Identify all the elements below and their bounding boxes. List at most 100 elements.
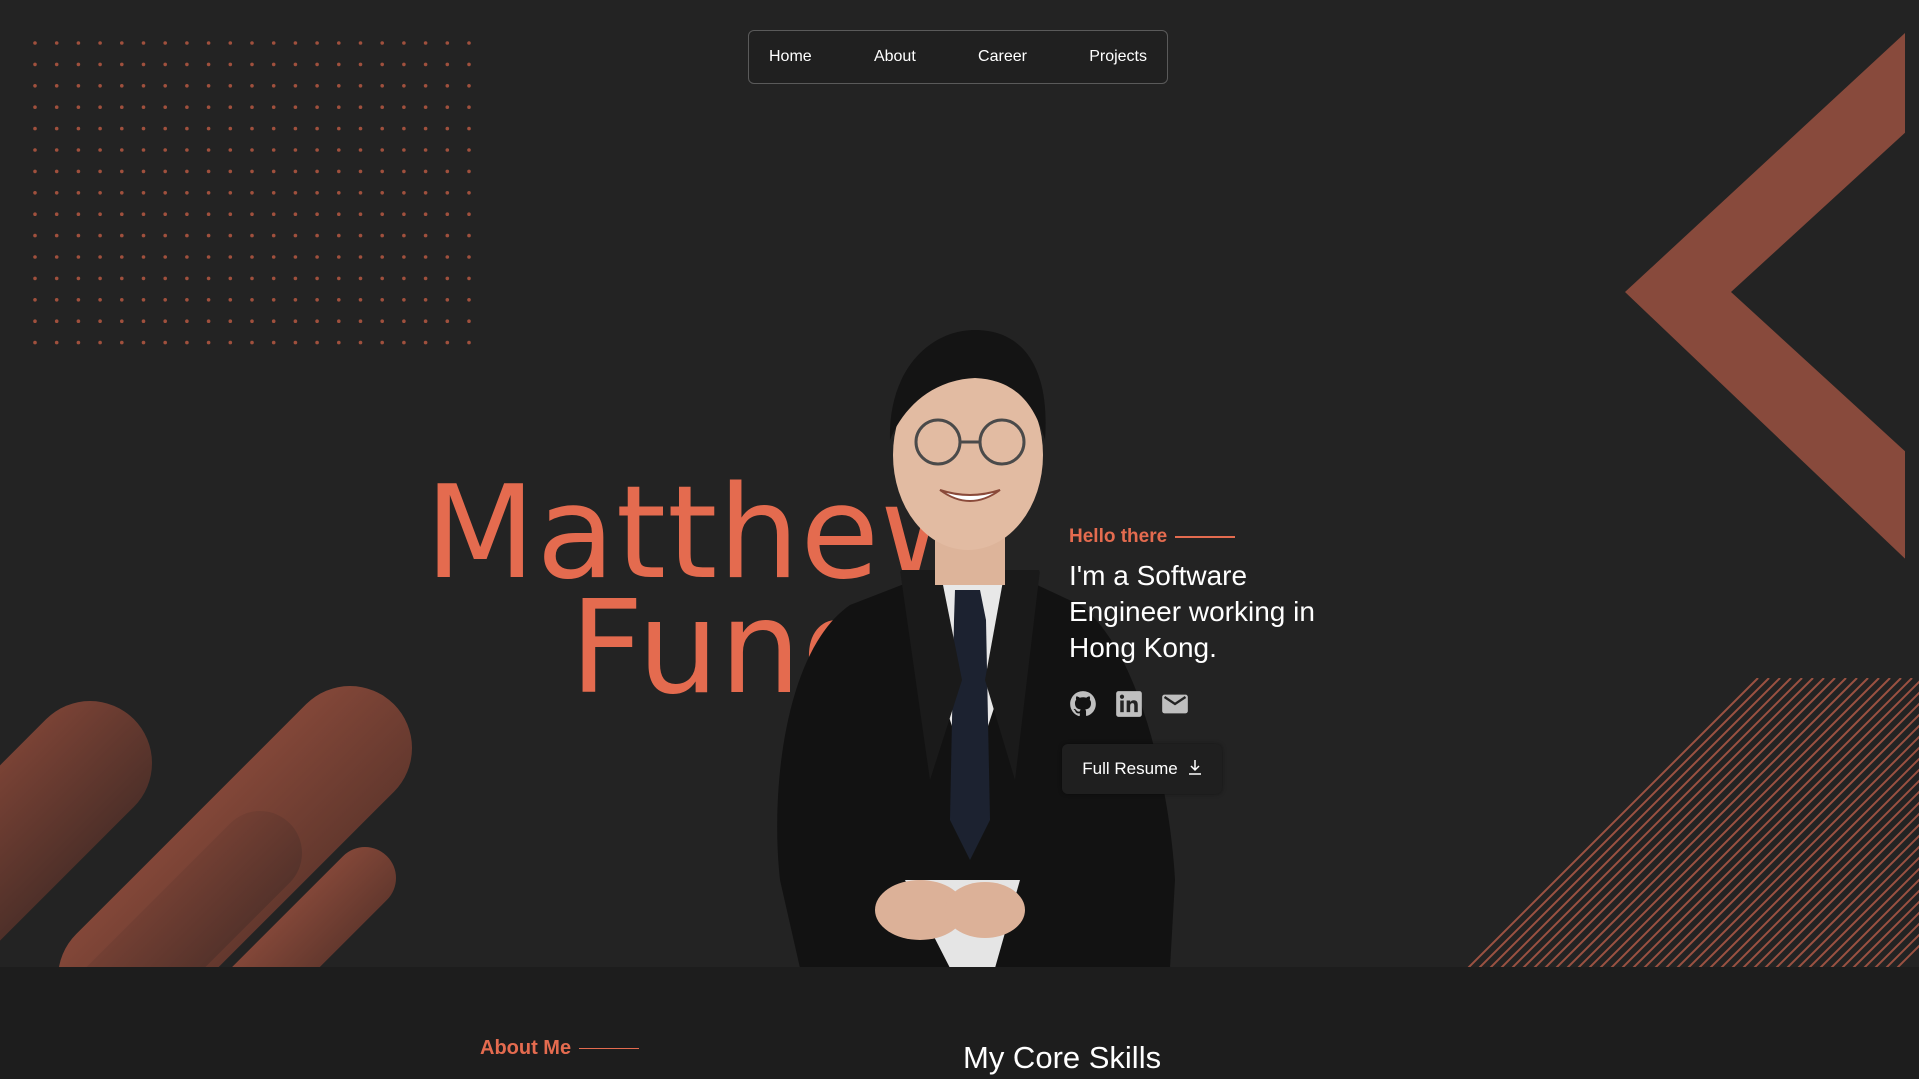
decor-dot: [185, 298, 189, 302]
decor-dot: [76, 276, 81, 281]
decor-dot: [380, 84, 385, 88]
decor-dot: [228, 84, 233, 88]
decor-dot: [141, 41, 146, 45]
decor-dot: [185, 84, 189, 88]
decor-dot: [423, 148, 428, 152]
linkedin-icon[interactable]: [1115, 690, 1143, 718]
decor-dot: [163, 255, 167, 259]
decor-dot: [206, 212, 211, 216]
decor-dot: [141, 84, 146, 88]
decor-dot: [402, 62, 406, 67]
decor-dot: [250, 62, 254, 67]
decor-dot: [206, 169, 211, 174]
decor-dot: [120, 276, 124, 281]
dot-grid-decoration: [33, 41, 471, 345]
decor-dot: [315, 233, 319, 238]
decor-stripe: [1599, 678, 1891, 967]
portfolio-page: Home About Career Projects Matthew Fung: [0, 0, 1919, 1079]
decor-stripe: [1489, 678, 1781, 967]
nav-home-link[interactable]: Home: [769, 48, 812, 66]
decor-dot: [445, 233, 450, 238]
decor-dot: [250, 319, 254, 324]
lower-section: [0, 967, 1919, 1079]
decor-dot: [337, 148, 341, 152]
hero-section: Home About Career Projects Matthew Fung: [0, 0, 1919, 967]
decor-dot: [380, 340, 385, 345]
decor-dot: [358, 41, 363, 45]
decor-dot: [445, 298, 450, 302]
decor-dot: [271, 84, 276, 88]
decor-dot: [120, 41, 124, 45]
decor-dot: [380, 212, 385, 216]
decor-dot: [423, 276, 428, 281]
decor-dot: [228, 41, 233, 45]
full-resume-button[interactable]: Full Resume: [1062, 744, 1222, 794]
decor-dot: [467, 105, 471, 109]
decor-dot: [402, 319, 406, 324]
decor-dot: [76, 255, 81, 259]
decor-dot: [293, 319, 298, 324]
decor-dot: [228, 191, 233, 195]
decor-dot: [337, 191, 341, 195]
decor-dot: [250, 298, 254, 302]
decor-dot: [402, 148, 406, 152]
decor-dot: [54, 298, 59, 302]
about-underline: [579, 1048, 640, 1049]
decor-dot: [380, 148, 385, 152]
decor-dot: [228, 105, 233, 109]
decor-dot: [250, 169, 254, 174]
decor-dot: [445, 191, 450, 195]
github-icon[interactable]: [1069, 690, 1097, 718]
decor-dot: [423, 233, 428, 238]
decor-dot: [358, 212, 363, 216]
decor-dot: [380, 255, 385, 259]
decor-dot: [337, 298, 341, 302]
decor-dot: [293, 105, 298, 109]
decor-dot: [206, 255, 211, 259]
decor-dot: [337, 276, 341, 281]
decor-dot: [315, 62, 319, 67]
decor-dot: [423, 169, 428, 174]
decor-dot: [76, 319, 81, 324]
decor-dot: [163, 84, 167, 88]
decor-dot: [315, 319, 319, 324]
social-links: [1069, 690, 1189, 718]
decor-dot: [120, 298, 124, 302]
decor-dot: [141, 276, 146, 281]
decor-dot: [98, 212, 102, 216]
decor-dot: [54, 319, 59, 324]
nav-career-link[interactable]: Career: [978, 48, 1027, 66]
decor-dot: [337, 319, 341, 324]
decor-dot: [33, 84, 37, 88]
about-heading: About Me: [480, 1037, 640, 1060]
stripes-decoration: [1467, 678, 1919, 967]
decor-dot: [163, 233, 167, 238]
decor-dot: [163, 62, 167, 67]
nav-projects-link[interactable]: Projects: [1089, 48, 1147, 66]
decor-dot: [228, 169, 233, 174]
decor-dot: [337, 340, 341, 345]
decor-dot: [206, 233, 211, 238]
decor-dot: [76, 340, 81, 345]
decor-dot: [228, 233, 233, 238]
decor-dot: [185, 255, 189, 259]
decor-dot: [445, 340, 450, 345]
decor-dot: [467, 319, 471, 324]
decor-dot: [76, 41, 81, 45]
decor-dot: [33, 105, 37, 109]
decor-dot: [228, 126, 233, 131]
email-icon[interactable]: [1161, 690, 1189, 718]
decor-dot: [206, 84, 211, 88]
decor-dot: [445, 255, 450, 259]
decor-dot: [185, 233, 189, 238]
decor-dot: [54, 84, 59, 88]
core-skills-heading: My Core Skills: [963, 1040, 1162, 1075]
decor-dot: [163, 169, 167, 174]
decor-dot: [380, 105, 385, 109]
decor-dot: [293, 212, 298, 216]
decor-dot: [206, 148, 211, 152]
full-resume-label: Full Resume: [1082, 759, 1178, 778]
nav-about-link[interactable]: About: [874, 48, 916, 66]
decor-dot: [293, 84, 298, 88]
decor-dot: [163, 276, 167, 281]
